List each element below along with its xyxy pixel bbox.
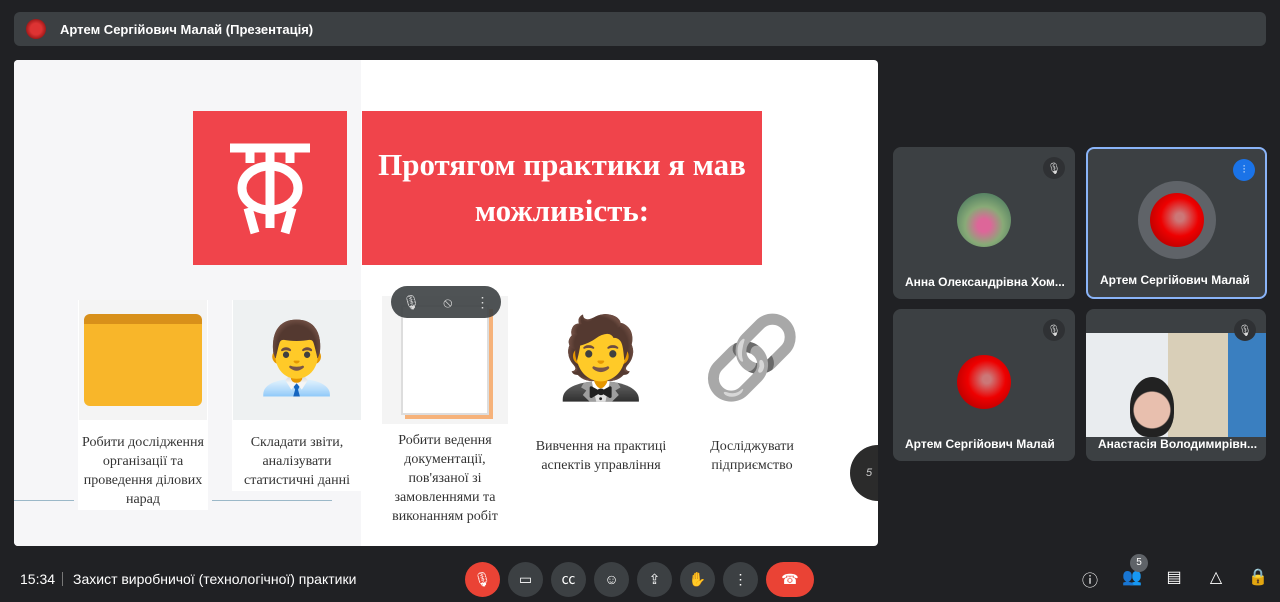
- paperclip-icon: 🔗: [702, 315, 802, 403]
- mic-off-icon[interactable]: 🎙: [403, 294, 421, 311]
- slide-page-button[interactable]: 5: [850, 445, 878, 501]
- more-options-icon[interactable]: ⋮: [475, 294, 489, 311]
- participant-name: Артем Сергійович Малай: [1100, 273, 1250, 287]
- video-face: [1130, 377, 1174, 437]
- participant-tile[interactable]: 🎙 Анна Олександрівна Хом...: [893, 147, 1075, 299]
- participant-tile[interactable]: 🎙 Анастасія Володимирівн...: [1086, 309, 1266, 461]
- businessman-icon: 🤵: [551, 315, 651, 403]
- end-call-button[interactable]: ☎: [766, 561, 814, 597]
- divider: [14, 500, 74, 501]
- card-reports: 👨‍💼 Складати звіти, аналізувати статисти…: [232, 300, 362, 491]
- page-number: 5: [866, 467, 873, 479]
- presentation-slide: Протягом практики я мав можливість: Роби…: [14, 60, 878, 546]
- card-documentation: Робити ведення документації, пов'язаної …: [377, 296, 513, 536]
- participant-tile-active[interactable]: ⫶ Артем Сергійович Малай: [1086, 147, 1267, 299]
- report-person-icon: 👨‍💼: [233, 300, 361, 420]
- card-caption: Вивчення на практиці аспектів управління: [535, 439, 667, 473]
- raise-hand-button[interactable]: ✋: [680, 561, 715, 597]
- activities-icon[interactable]: △: [1204, 567, 1228, 591]
- mic-off-icon: 🎙: [1234, 319, 1256, 341]
- info-icon[interactable]: ⓘ: [1078, 567, 1102, 591]
- meeting-toolbar: 15:34 Захист виробничої (технологічної) …: [0, 556, 1280, 602]
- participant-name: Анна Олександрівна Хом...: [905, 275, 1065, 289]
- folder-icon: [79, 300, 207, 420]
- emoji-button[interactable]: ☺: [594, 561, 629, 597]
- avatar: [957, 354, 1011, 409]
- mic-off-icon: 🎙: [1043, 157, 1065, 179]
- card-caption: Досліджувати підприємство: [710, 439, 794, 473]
- clock: 15:34: [20, 571, 56, 587]
- chat-icon[interactable]: ▤: [1162, 567, 1186, 591]
- tile-hover-controls: 🎙 ⦸ ⋮: [391, 286, 501, 318]
- meeting-title: Захист виробничої (технологічної) практи…: [73, 571, 357, 587]
- present-button[interactable]: ⇪: [637, 561, 672, 597]
- card-caption: Робити ведення документації, пов'язаної …: [392, 433, 498, 524]
- card-enterprise: 🔗 Досліджувати підприємство: [683, 294, 821, 476]
- more-options-button[interactable]: ⋮: [723, 561, 758, 597]
- mic-toggle-button[interactable]: 🎙: [465, 561, 500, 597]
- people-count-badge: 5: [1130, 554, 1148, 572]
- speaking-indicator-icon: ⫶: [1233, 159, 1255, 181]
- slide-title: Протягом практики я мав можливість:: [362, 111, 762, 265]
- participant-name: Артем Сергійович Малай: [905, 437, 1055, 451]
- hide-icon[interactable]: ⦸: [443, 294, 452, 311]
- participant-tile[interactable]: 🎙 Артем Сергійович Малай: [893, 309, 1075, 461]
- avatar: [957, 192, 1011, 247]
- card-caption: Робити дослідження організації та провед…: [82, 435, 204, 507]
- participant-video: [1086, 333, 1266, 437]
- avatar: [1149, 193, 1204, 248]
- card-research: Робити дослідження організації та провед…: [78, 300, 208, 510]
- separator: [62, 572, 63, 586]
- participant-name: Анастасія Володимирівн...: [1098, 437, 1258, 451]
- host-controls-icon[interactable]: 🔒: [1246, 567, 1270, 591]
- card-management: 🤵 Вивчення на практиці аспектів управлін…: [531, 294, 671, 476]
- presentation-bar: Артем Сергійович Малай (Презентація): [14, 12, 1266, 46]
- camera-toggle-button[interactable]: ▭: [508, 561, 543, 597]
- divider: [212, 500, 332, 501]
- card-caption: Складати звіти, аналізувати статистичні …: [244, 435, 350, 488]
- presentation-title: Артем Сергійович Малай (Презентація): [60, 21, 314, 37]
- mic-off-icon: 🎙: [1043, 319, 1065, 341]
- university-logo: [193, 111, 347, 265]
- presenter-avatar: [26, 19, 46, 39]
- captions-button[interactable]: ㏄: [551, 561, 586, 597]
